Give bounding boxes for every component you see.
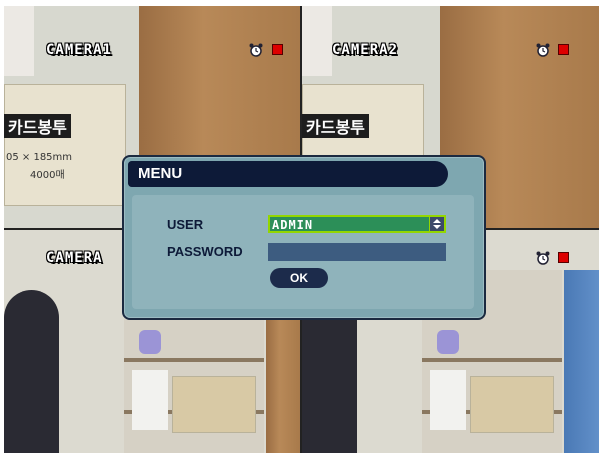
menu-body: USER ADMIN PASSWORD OK (132, 195, 474, 309)
alarm-clock-icon (536, 250, 550, 265)
menu-title: MENU (138, 165, 183, 182)
record-indicator-icon (558, 44, 569, 55)
camera-3-label: CAMERA (46, 250, 103, 266)
box-size-text: 05 × 185mm (6, 152, 73, 163)
box-count-text: 4000매 (30, 170, 65, 181)
box-brand-text-2: 카드봉투 (302, 114, 369, 138)
alarm-clock-icon (249, 42, 263, 57)
spinner-arrows-icon[interactable] (429, 217, 444, 231)
menu-dialog: MENU USER ADMIN PASSWORD OK (122, 155, 486, 320)
box-brand-text: 카드봉투 (4, 114, 71, 138)
user-value: ADMIN (272, 218, 314, 232)
ok-button[interactable]: OK (270, 268, 328, 288)
user-label: USER (167, 217, 204, 232)
record-indicator-icon (558, 252, 569, 263)
record-indicator-icon (272, 44, 283, 55)
alarm-clock-icon (536, 42, 550, 57)
camera-1-label: CAMERA1 (46, 42, 113, 58)
dvr-screen: 카드봉투 05 × 185mm 4000매 CAMERA1 카드봉투 CAMER… (4, 6, 599, 453)
user-select[interactable]: ADMIN (268, 215, 446, 233)
camera-2-label: CAMERA2 (332, 42, 399, 58)
password-field[interactable] (268, 243, 446, 261)
password-label: PASSWORD (167, 244, 243, 259)
menu-title-bar: MENU (128, 161, 448, 187)
